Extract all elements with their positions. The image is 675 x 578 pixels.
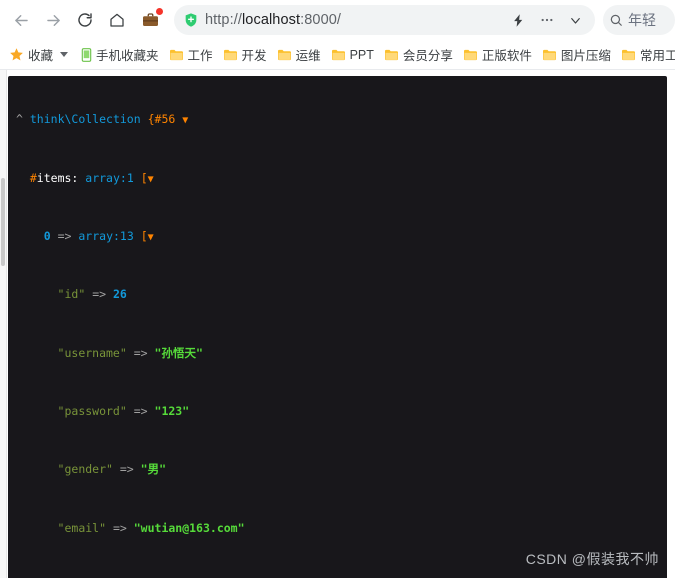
scrollbar-thumb[interactable] [1, 178, 5, 266]
bookmark-label: 运维 [295, 49, 321, 63]
bookmark-label: 正版软件 [481, 49, 532, 63]
chevron-down-icon[interactable] [60, 52, 69, 57]
url-scheme: http:// [205, 12, 242, 28]
dump-header-line: ^ think\Collection {#56 ▼ [16, 112, 659, 127]
lightning-icon[interactable] [511, 13, 526, 28]
bookmark-label: 开发 [241, 49, 267, 63]
ellipsis-icon[interactable] [539, 12, 555, 28]
dump-entry-row: "password" => "123" [16, 404, 659, 419]
url-text[interactable]: http://localhost:8000/ [203, 12, 507, 28]
notification-dot [156, 8, 163, 15]
star-icon [10, 48, 23, 61]
folder-icon [169, 49, 183, 61]
folder-icon [223, 49, 237, 61]
entry-value: "孙悟天" [154, 345, 203, 360]
folder-icon [277, 49, 291, 61]
dump-items-line: #items: array:1 [▼ [16, 171, 659, 186]
back-arrow-icon [14, 14, 28, 26]
toggle-triangle-icon[interactable]: ▼ [182, 115, 188, 126]
back-button[interactable] [6, 5, 36, 35]
entry-value: "wutian@163.com" [133, 520, 245, 535]
search-query: 年轻 [628, 12, 656, 28]
bookmark-folder-ppt[interactable]: PPT [326, 46, 379, 64]
entry-key: "password" [57, 404, 127, 419]
dump-open-bracket: [ [140, 170, 148, 185]
bookmark-folder-common-tools[interactable]: 常用工 [616, 43, 675, 66]
url-rest: :8000/ [300, 12, 342, 28]
bookmark-folder-licensed-software[interactable]: 正版软件 [458, 43, 537, 66]
reload-icon [78, 13, 92, 27]
entry-key: "username" [57, 345, 127, 360]
entry-value: 26 [112, 287, 127, 302]
home-button[interactable] [102, 5, 132, 35]
bookmarks-bar: 收藏 手机收藏夹 工作 开发 运维 PPT 会员分享 正版软件 图片压缩 常用工 [0, 40, 675, 69]
address-bar[interactable]: http://localhost:8000/ [174, 5, 595, 35]
bookmark-label: 手机收藏夹 [96, 49, 159, 63]
folder-icon [542, 49, 556, 61]
dump-open-bracket: [ [140, 228, 148, 243]
dump-arrow: => [57, 228, 72, 243]
dump-index-type: array:13 [78, 228, 134, 243]
reload-button[interactable] [70, 5, 100, 35]
dump-entry-row: "id" => 26 [16, 287, 659, 302]
dump-entry-row: "gender" => "男" [16, 462, 659, 477]
page-viewport: ^ think\Collection {#56 ▼ #items: array:… [0, 69, 675, 578]
bookmark-label: 常用工 [639, 49, 675, 63]
search-icon [610, 14, 622, 26]
forward-arrow-icon [46, 14, 60, 26]
folder-icon [384, 49, 398, 61]
bookmark-favorites[interactable]: 收藏 [4, 43, 76, 66]
bookmark-folder-work[interactable]: 工作 [164, 43, 218, 66]
entry-value: "123" [154, 404, 190, 419]
folder-icon [463, 49, 477, 61]
toggle-triangle-icon[interactable]: ▼ [148, 232, 154, 243]
bookmark-folder-member-share[interactable]: 会员分享 [379, 43, 458, 66]
entry-arrow: => [133, 345, 148, 360]
collapse-caret-icon[interactable]: ^ [16, 112, 23, 126]
folder-icon [331, 49, 345, 61]
page-scrollbar[interactable] [0, 70, 7, 578]
phone-icon [81, 47, 92, 62]
address-bar-actions [511, 12, 585, 28]
url-host: localhost [241, 12, 301, 28]
toggle-triangle-icon[interactable]: ▼ [148, 174, 154, 185]
dump-prop-name: items: [36, 170, 79, 185]
chevron-down-icon[interactable] [568, 13, 583, 28]
entry-key: "email" [57, 520, 107, 535]
dump-index-key: 0 [43, 228, 51, 243]
entry-arrow: => [92, 287, 107, 302]
dump-prop-hash: # [29, 170, 37, 185]
bookmark-label: 工作 [187, 49, 213, 63]
bookmark-mobile-favorites[interactable]: 手机收藏夹 [76, 43, 164, 66]
entry-arrow: => [133, 404, 148, 419]
bookmark-label: 收藏 [28, 49, 54, 63]
entry-arrow: => [112, 520, 127, 535]
shield-plus-icon[interactable] [182, 12, 199, 29]
browser-window: http://localhost:8000/ 年轻 收藏 手机收藏夹 工作 开发… [0, 0, 675, 578]
search-box[interactable]: 年轻 [603, 5, 675, 35]
browser-toolbar: http://localhost:8000/ 年轻 [0, 0, 675, 40]
forward-button[interactable] [38, 5, 68, 35]
bookmark-label: PPT [349, 47, 374, 62]
dump-class-name: think\Collection [29, 112, 141, 127]
bookmark-label: 会员分享 [402, 49, 453, 63]
dump-index-line: 0 => array:13 [▼ [16, 229, 659, 244]
workspace-button[interactable] [134, 5, 166, 35]
var-dump-block[interactable]: ^ think\Collection {#56 ▼ #items: array:… [8, 76, 667, 578]
dump-entry-row: "email" => "wutian@163.com" [16, 521, 659, 536]
entry-key: "id" [57, 287, 86, 302]
bookmark-folder-image-compress[interactable]: 图片压缩 [537, 43, 616, 66]
home-icon [110, 13, 124, 27]
dump-items-type: array:1 [85, 170, 134, 185]
dump-object-id: {#56 [147, 112, 176, 127]
entry-arrow: => [119, 462, 134, 477]
bookmark-folder-dev[interactable]: 开发 [218, 43, 272, 66]
dump-entry-row: "username" => "孙悟天" [16, 346, 659, 361]
entry-value: "男" [140, 462, 167, 477]
folder-icon [621, 49, 635, 61]
bookmark-folder-ops[interactable]: 运维 [272, 43, 326, 66]
entry-key: "gender" [57, 462, 113, 477]
bookmark-label: 图片压缩 [560, 49, 611, 63]
